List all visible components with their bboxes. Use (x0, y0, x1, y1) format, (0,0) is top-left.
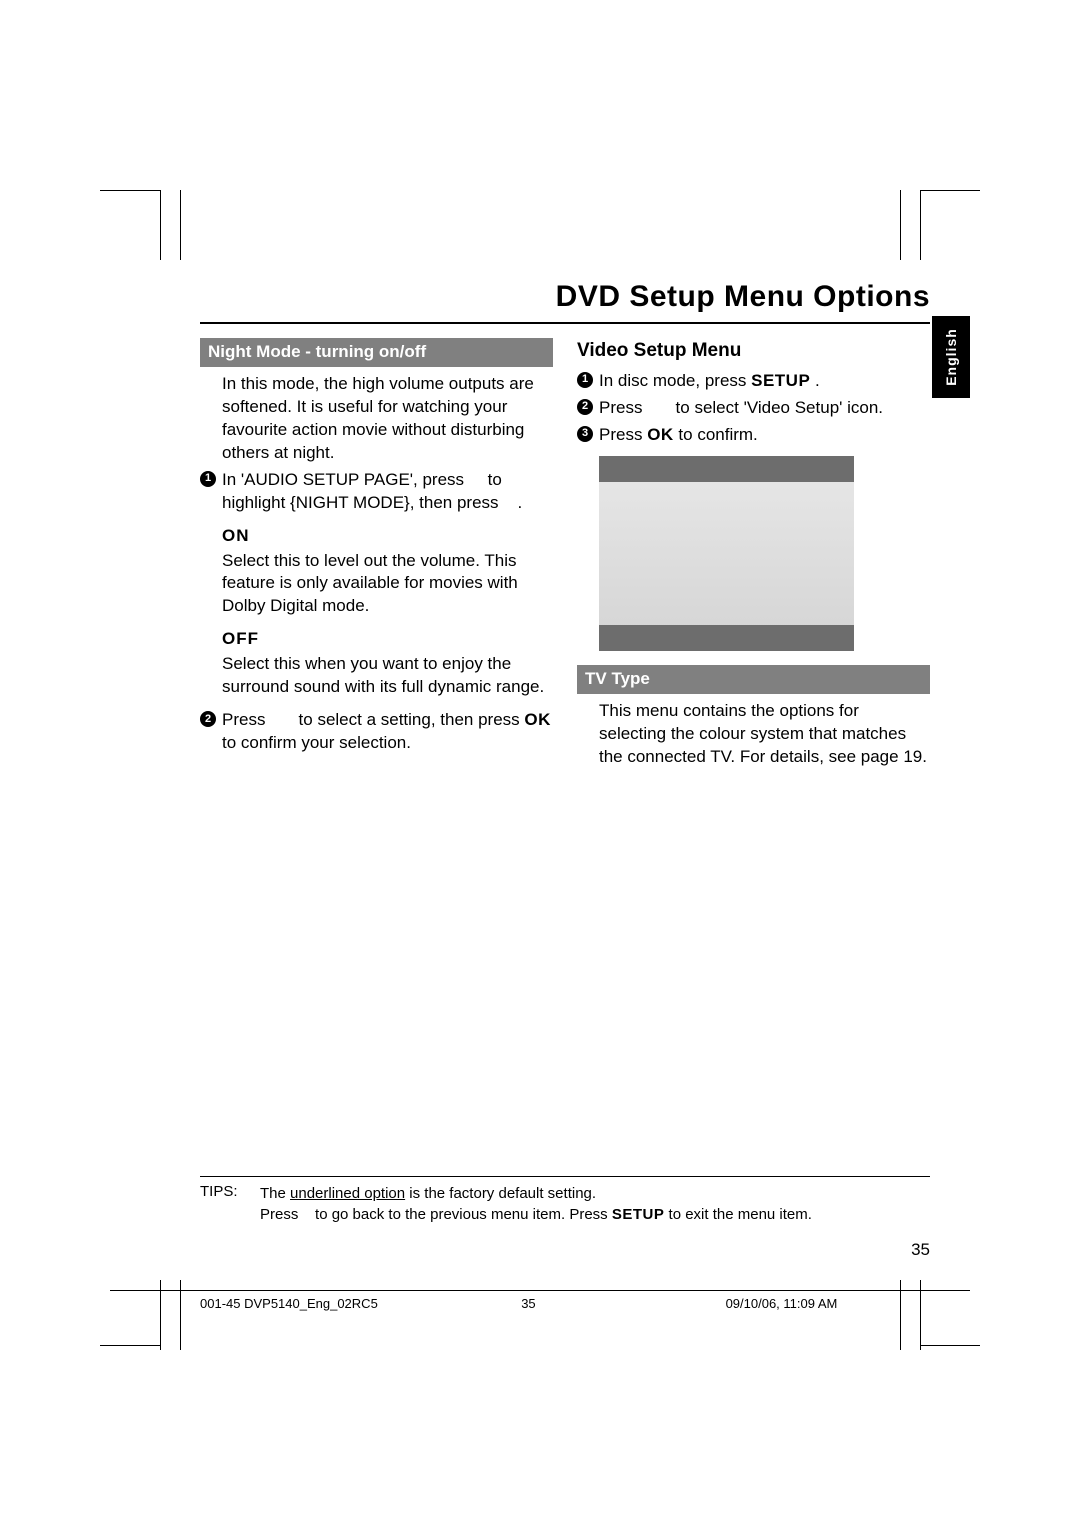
crop-mark (160, 1280, 161, 1350)
step-text: In disc mode, press SETUP . (599, 371, 820, 390)
language-tab: English (932, 316, 970, 398)
off-body: Select this when you want to enjoy the s… (200, 653, 553, 699)
left-step-1: 1 In 'AUDIO SETUP PAGE', press to highli… (200, 469, 553, 515)
step-text: Press OK to confirm. (599, 425, 758, 444)
right-step-1: 1 In disc mode, press SETUP . (577, 370, 930, 393)
page-number: 35 (200, 1240, 930, 1260)
step-number-icon: 1 (200, 471, 216, 487)
crop-mark (100, 1345, 160, 1346)
page-content: DVD Setup Menu Options Night Mode - turn… (200, 280, 930, 769)
tips-line-1: The underlined option is the factory def… (260, 1183, 930, 1204)
tips-label: TIPS: (200, 1183, 260, 1225)
crop-mark (920, 1280, 921, 1350)
tips-line-2: Press to go back to the previous menu it… (260, 1204, 930, 1225)
arrow-icon (270, 710, 294, 729)
screenshot-top-bar (599, 456, 854, 482)
left-column: Night Mode - turning on/off In this mode… (200, 338, 553, 769)
arrow-icon (469, 470, 483, 489)
night-mode-heading: Night Mode - turning on/off (200, 338, 553, 367)
crop-mark (920, 190, 980, 191)
right-step-2: 2 Press to select 'Video Setup' icon. (577, 397, 930, 420)
tips-row: TIPS: The underlined option is the facto… (200, 1176, 930, 1225)
step-text: In 'AUDIO SETUP PAGE', press to highligh… (222, 470, 522, 512)
on-body: Select this to level out the volume. Thi… (200, 550, 553, 619)
footer-page: 35 (521, 1296, 725, 1311)
tv-type-body: This menu contains the options for selec… (577, 700, 930, 769)
video-setup-heading: Video Setup Menu (577, 338, 930, 364)
crop-mark (900, 190, 901, 260)
right-column: Video Setup Menu 1 In disc mode, press S… (577, 338, 930, 769)
crop-mark (180, 1280, 181, 1350)
night-mode-intro: In this mode, the high volume outputs ar… (200, 373, 553, 465)
crop-mark (920, 190, 921, 260)
crop-mark (900, 1280, 901, 1350)
on-heading: ON (200, 525, 553, 548)
crop-mark (180, 190, 181, 260)
arrow-icon (503, 493, 512, 512)
menu-screenshot (599, 456, 854, 651)
title-rule (200, 322, 930, 324)
left-step-2: 2 Press to select a setting, then press … (200, 709, 553, 755)
crop-mark (920, 1345, 980, 1346)
step-text: Press to select a setting, then press OK… (222, 710, 551, 752)
step-number-icon: 1 (577, 372, 593, 388)
step-number-icon: 2 (577, 399, 593, 415)
crop-mark (100, 190, 160, 191)
tv-type-heading: TV Type (577, 665, 930, 694)
right-step-3: 3 Press OK to confirm. (577, 424, 930, 447)
footer-rule (110, 1290, 970, 1291)
page-title: DVD Setup Menu Options (200, 280, 930, 314)
language-tab-label: English (943, 328, 959, 386)
crop-mark (160, 190, 161, 260)
step-number-icon: 2 (200, 711, 216, 727)
tips-body: The underlined option is the factory def… (260, 1183, 930, 1225)
step-number-icon: 3 (577, 426, 593, 442)
arrow-icon (647, 398, 671, 417)
screenshot-bottom-bar (599, 625, 854, 651)
arrow-icon (303, 1206, 311, 1223)
columns: Night Mode - turning on/off In this mode… (200, 338, 930, 769)
footer-doc-id: 001-45 DVP5140_Eng_02RC5 (200, 1296, 521, 1311)
step-text: Press to select 'Video Setup' icon. (599, 398, 883, 417)
footer-row: 001-45 DVP5140_Eng_02RC5 35 09/10/06, 11… (200, 1296, 930, 1311)
off-heading: OFF (200, 628, 553, 651)
